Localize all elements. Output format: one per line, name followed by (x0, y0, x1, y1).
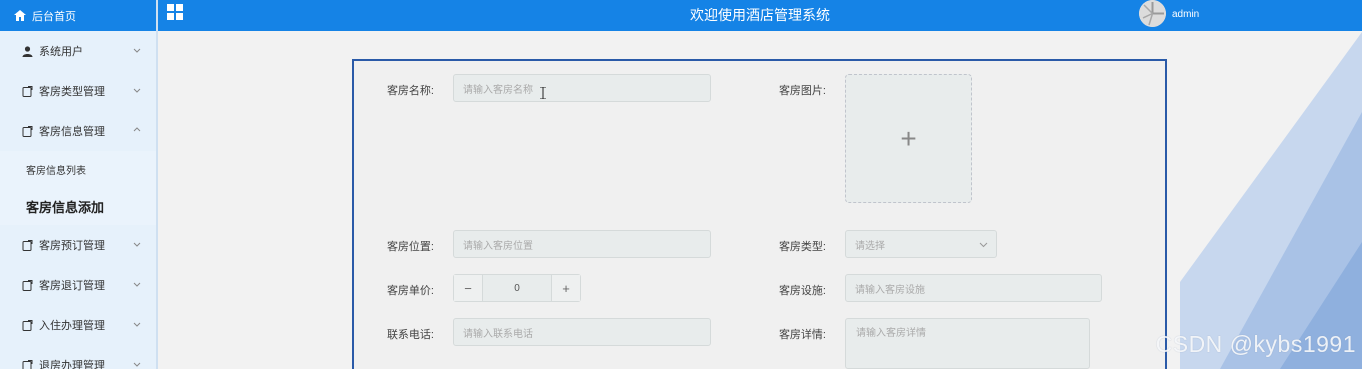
chevron-down-icon (133, 282, 141, 287)
room-price-label: 客房单价: (386, 285, 434, 297)
background-decoration (1180, 32, 1362, 369)
user-icon (22, 45, 33, 57)
chevron-down-icon (133, 88, 141, 93)
decrement-button[interactable]: − (454, 275, 482, 301)
sidebar-item-room-info[interactable]: 客房信息管理 (0, 111, 156, 151)
room-location-label: 客房位置: (386, 241, 434, 253)
sidebar-item-label: 系统用户 (39, 46, 83, 58)
sidebar-item-label: 退房办理管理 (39, 360, 105, 369)
document-icon (22, 239, 33, 251)
room-details-textarea[interactable]: 请输入客房详情 (845, 318, 1090, 369)
room-price-value[interactable]: 0 (482, 275, 552, 301)
sidebar-home-label: 后台首页 (32, 10, 76, 23)
room-name-label: 客房名称: (386, 85, 434, 97)
room-type-select[interactable]: 请选择 (845, 230, 997, 258)
chevron-up-icon (133, 127, 141, 132)
document-icon (22, 279, 33, 291)
sidebar-item-label: 客房类型管理 (39, 86, 105, 98)
room-type-placeholder: 请选择 (855, 240, 885, 252)
sidebar-subitem-room-list[interactable]: 客房信息列表 (0, 151, 156, 188)
sidebar-subitem-room-add[interactable]: 客房信息添加 (0, 188, 156, 225)
sidebar-item-label: 客房预订管理 (39, 240, 105, 252)
contact-phone-input[interactable]: 请输入联系电话 (453, 318, 711, 346)
sidebar-item-label: 客房信息管理 (39, 126, 105, 138)
document-icon (22, 359, 33, 369)
room-price-stepper[interactable]: − 0 + (453, 274, 581, 302)
contact-phone-label: 联系电话: (386, 329, 434, 341)
home-icon (14, 10, 26, 21)
sidebar-item-room-type[interactable]: 客房类型管理 (0, 71, 156, 111)
avatar-image-icon (1139, 0, 1166, 27)
room-type-label: 客房类型: (778, 241, 826, 253)
room-facilities-input[interactable]: 请输入客房设施 (845, 274, 1102, 302)
room-name-input[interactable]: 请输入客房名称 (453, 74, 711, 102)
document-icon (22, 125, 33, 137)
room-facilities-label: 客房设施: (778, 285, 826, 297)
room-details-label: 客房详情: (778, 329, 826, 341)
sidebar-item-label: 入住办理管理 (39, 320, 105, 332)
sidebar-item-cancel[interactable]: 客房退订管理 (0, 265, 156, 305)
watermark: CSDN @kybs1991 (1155, 331, 1356, 357)
sidebar-item-booking[interactable]: 客房预订管理 (0, 225, 156, 265)
avatar[interactable] (1139, 0, 1166, 27)
increment-button[interactable]: + (552, 275, 580, 301)
chevron-down-icon (133, 322, 141, 327)
plus-icon: + (900, 122, 917, 154)
sidebar-item-system-users[interactable]: 系统用户 (0, 31, 156, 71)
image-upload[interactable]: + (845, 74, 972, 203)
sidebar-home[interactable]: 后台首页 (0, 0, 156, 31)
chevron-down-icon (133, 242, 141, 247)
chevron-down-icon (133, 48, 141, 53)
text-cursor-icon (540, 87, 546, 99)
top-header: 欢迎使用酒店管理系统 admin (158, 0, 1362, 31)
document-icon (22, 319, 33, 331)
chevron-down-icon (133, 362, 141, 367)
chevron-down-icon (979, 242, 988, 248)
room-image-label: 客房图片: (778, 85, 826, 97)
sidebar: 后台首页 系统用户 客房类型管理 客房信息管理 客房信息列表 客房信息添加 客房… (0, 0, 158, 369)
room-location-input[interactable]: 请输入客房位置 (453, 230, 711, 258)
sidebar-item-label: 客房退订管理 (39, 280, 105, 292)
document-icon (22, 85, 33, 97)
sidebar-item-checkout[interactable]: 退房办理管理 (0, 345, 156, 369)
username[interactable]: admin (1172, 9, 1199, 20)
sidebar-item-checkin[interactable]: 入住办理管理 (0, 305, 156, 345)
